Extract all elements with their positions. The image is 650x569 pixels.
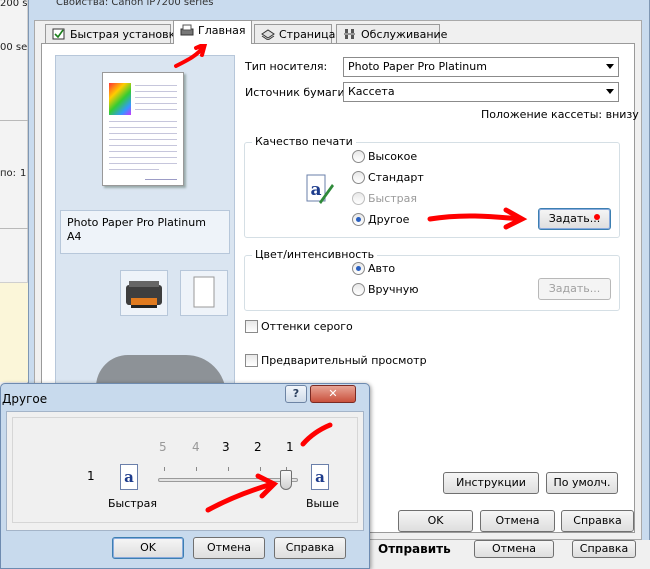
- grayscale-label: Оттенки серого: [261, 320, 353, 333]
- tab-label: Страница: [279, 28, 336, 41]
- high-caption: Выше: [306, 497, 340, 510]
- chevron-down-icon: [606, 64, 614, 69]
- tab-quick-setup[interactable]: Быстрая установка: [45, 24, 182, 44]
- tab-label: Обслуживание: [361, 28, 448, 41]
- paper-source-label: Источник бумаги:: [245, 86, 349, 99]
- grayscale-checkbox[interactable]: [245, 320, 258, 333]
- preview-label: Предварительный просмотр: [261, 354, 427, 367]
- background-text: 1: [20, 168, 27, 179]
- media-info-box: Photo Paper Pro Platinum A4: [60, 210, 230, 254]
- fast-quality-icon: a: [120, 464, 138, 490]
- quality-slider-thumb[interactable]: [280, 470, 292, 490]
- main-icon: [180, 24, 194, 36]
- dialog-title: Другое: [2, 392, 48, 406]
- color-auto-radio[interactable]: [352, 262, 365, 275]
- quality-high-label: Высокое: [368, 150, 418, 163]
- behind-cancel-button[interactable]: Отмена: [474, 540, 554, 558]
- send-button[interactable]: Отправить: [378, 542, 451, 556]
- tab-label: Быстрая установка: [70, 28, 183, 41]
- page-setup-icon: [261, 28, 275, 41]
- quick-setup-icon: [52, 28, 66, 40]
- scale-number: 2: [254, 440, 262, 454]
- scale-number: 1: [286, 440, 294, 454]
- preview-image: [109, 83, 131, 115]
- background-text: по:: [0, 168, 17, 179]
- maintenance-icon: [343, 28, 357, 40]
- quality-slider-track[interactable]: [158, 478, 298, 482]
- quality-standard-label: Стандарт: [368, 171, 424, 184]
- paper-source-select[interactable]: Кассета: [343, 82, 619, 102]
- tab-maintenance[interactable]: Обслуживание: [336, 24, 447, 44]
- tab-main[interactable]: Главная: [173, 20, 252, 44]
- media-type-label: Тип носителя:: [245, 60, 328, 73]
- quality-standard-radio[interactable]: [352, 171, 365, 184]
- paper-icon: [180, 270, 228, 316]
- print-quality-title: Качество печати: [252, 135, 356, 148]
- media-type-select[interactable]: Photo Paper Pro Platinum: [343, 57, 619, 77]
- cassette-position: Положение кассеты: внизу: [481, 108, 639, 121]
- scale-number: 4: [192, 440, 200, 454]
- printer-icon: [120, 270, 168, 316]
- paper-source-value: Кассета: [348, 85, 395, 98]
- preview-checkbox[interactable]: [245, 354, 258, 367]
- background-text: 00 se: [0, 42, 28, 53]
- paper-size: A4: [67, 230, 82, 243]
- color-intensity-title: Цвет/интенсивность: [252, 248, 378, 261]
- high-quality-icon: a: [311, 464, 329, 490]
- quality-high-radio[interactable]: [352, 150, 365, 163]
- color-set-button[interactable]: Задать...: [538, 278, 611, 300]
- svg-text:a: a: [310, 180, 321, 200]
- quality-level-value: 1: [87, 469, 95, 483]
- color-manual-label: Вручную: [368, 283, 419, 296]
- background-divider: [0, 228, 28, 229]
- help-button[interactable]: Справка: [561, 510, 634, 532]
- fast-caption: Быстрая: [108, 497, 158, 510]
- ok-button[interactable]: OK: [398, 510, 473, 532]
- close-icon[interactable]: ✕: [310, 385, 356, 403]
- dialog-cancel-button[interactable]: Отмена: [193, 537, 265, 559]
- quality-icon: a: [305, 172, 335, 206]
- media-type-value: Photo Paper Pro Platinum: [348, 60, 487, 73]
- dialog-help-button[interactable]: Справка: [274, 537, 346, 559]
- tab-label: Главная: [198, 24, 246, 37]
- scale-number: 3: [222, 440, 230, 454]
- quality-custom-label: Другое: [368, 213, 410, 226]
- defaults-button[interactable]: По умолч.: [546, 472, 618, 494]
- quality-fast-label: Быстрая: [368, 192, 418, 205]
- quality-fast-radio[interactable]: [352, 192, 365, 205]
- color-auto-label: Авто: [368, 262, 396, 275]
- dialog-ok-button[interactable]: OK: [112, 537, 184, 559]
- page-preview: [102, 72, 184, 186]
- tab-page-setup[interactable]: Страница: [254, 24, 336, 44]
- color-manual-radio[interactable]: [352, 283, 365, 296]
- scale-number: 5: [159, 440, 167, 454]
- behind-help-button[interactable]: Справка: [572, 540, 636, 558]
- quality-custom-radio[interactable]: [352, 213, 365, 226]
- media-name: Photo Paper Pro Platinum: [67, 216, 206, 229]
- quality-set-button[interactable]: Задать...: [538, 208, 611, 230]
- background-panel: [0, 282, 28, 382]
- cancel-button[interactable]: Отмена: [480, 510, 555, 532]
- help-icon[interactable]: ?: [285, 385, 307, 403]
- window-title: Свойства: Canon iP7200 series: [56, 0, 214, 8]
- chevron-down-icon: [606, 89, 614, 94]
- background-divider: [0, 120, 28, 121]
- instructions-button[interactable]: Инструкции: [443, 472, 539, 494]
